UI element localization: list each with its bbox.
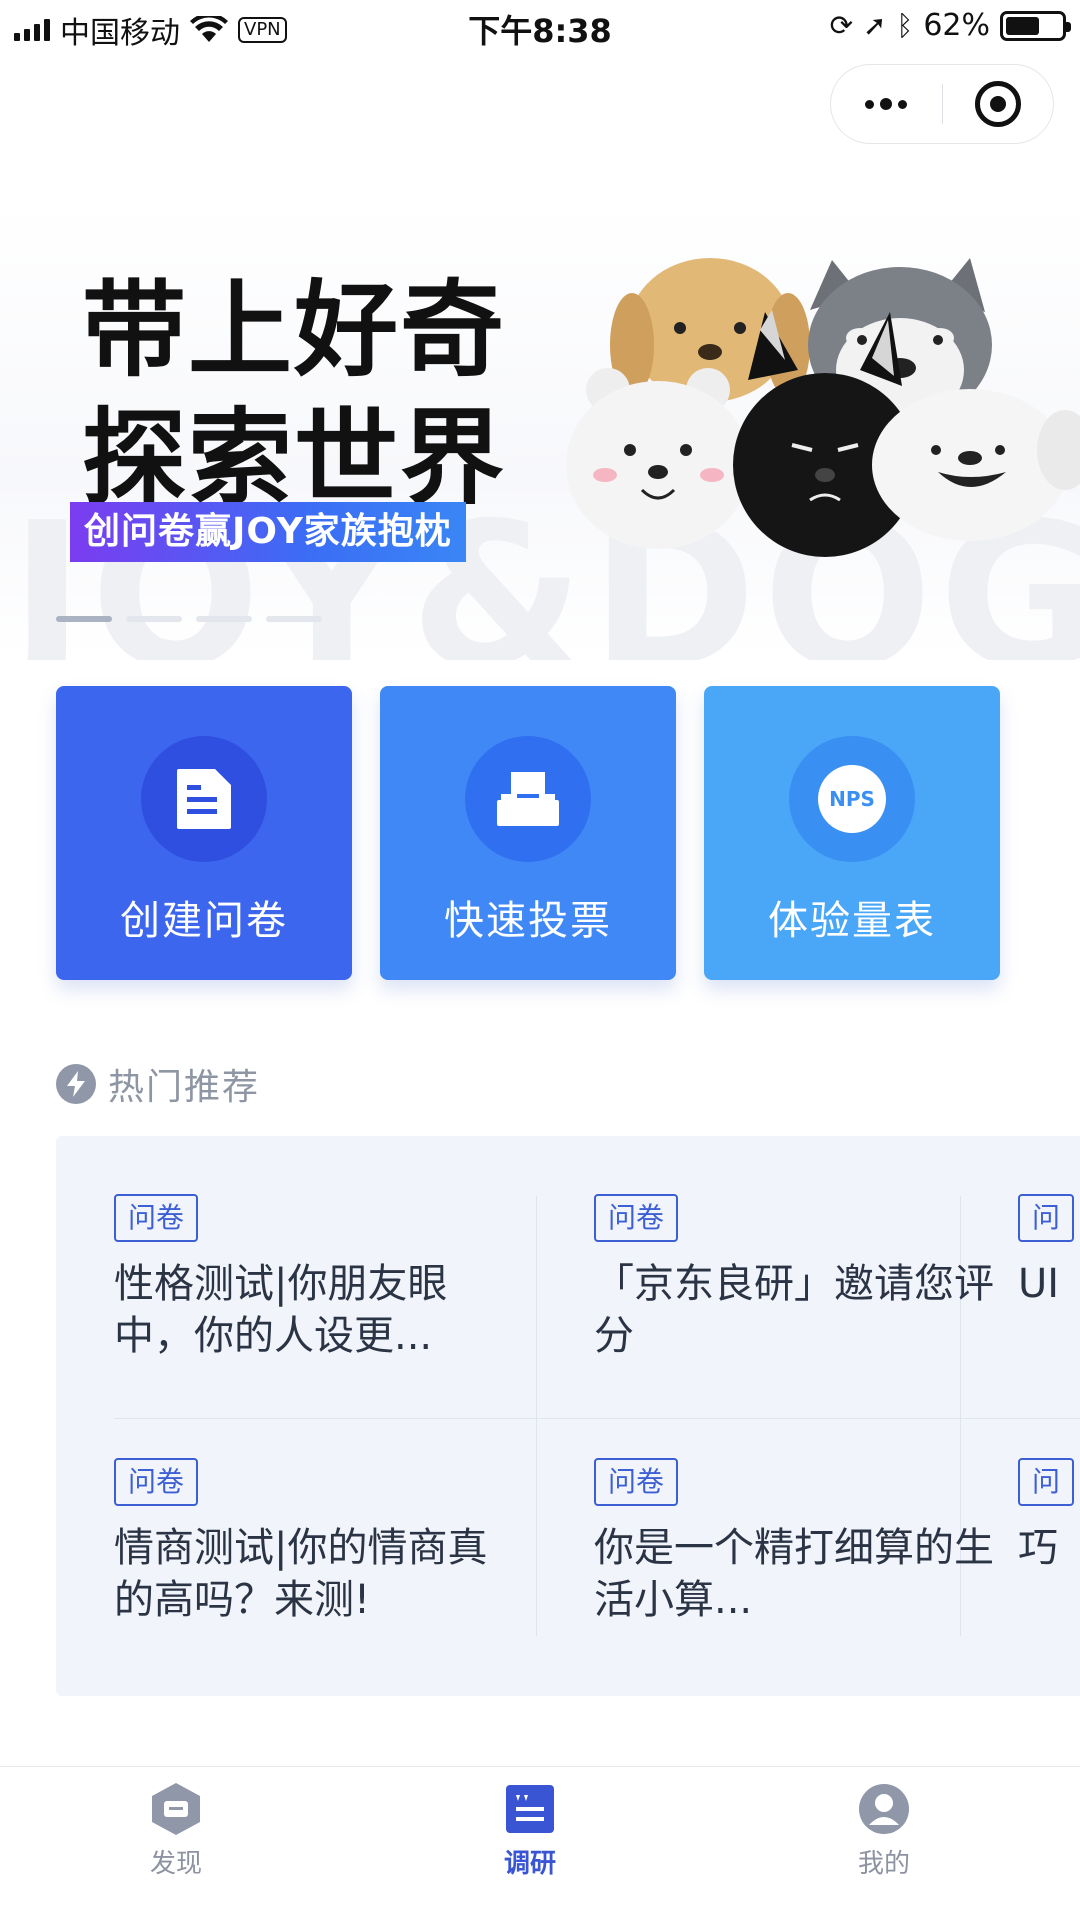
- survey-tag: 问: [1018, 1194, 1075, 1242]
- tool-icon-circle: [465, 736, 591, 862]
- tool-label: 体验量表: [768, 898, 936, 944]
- survey-tag: 问卷: [594, 1194, 679, 1242]
- survey-tag: 问卷: [114, 1194, 199, 1242]
- target-icon: [974, 81, 1021, 127]
- white-dog-pillow: [872, 389, 1080, 541]
- quick-vote-card[interactable]: 快速投票: [380, 686, 676, 980]
- hot-section-title: 热门推荐: [108, 1067, 261, 1108]
- lightning-icon: [56, 1064, 96, 1104]
- survey-tag: 问卷: [114, 1458, 199, 1506]
- location-icon: ➚: [863, 9, 887, 42]
- tool-label: 快速投票: [444, 898, 612, 944]
- hot-section-header: 热门推荐: [56, 1058, 260, 1110]
- hot-item-title: UI: [1018, 1261, 1060, 1307]
- tool-cards: 创建问卷 快速投票 NPS 体验量表: [56, 686, 1000, 980]
- hot-item-title: 巧: [1018, 1525, 1058, 1571]
- tab-survey[interactable]: 调研: [470, 1781, 590, 1880]
- nps-icon: NPS: [818, 765, 886, 833]
- battery-icon: [1000, 10, 1071, 41]
- indicator-dot[interactable]: [56, 616, 112, 622]
- indicator-dot[interactable]: [266, 616, 322, 622]
- hot-item-title: 情商测试|你的情商真的高吗？来测!: [114, 1525, 488, 1623]
- promo-banner[interactable]: JOY&DOG 带上好奇 探索世界 创问卷赢JOY家族抱枕: [0, 200, 1080, 660]
- more-button[interactable]: [831, 65, 942, 143]
- tool-label: 创建问卷: [120, 898, 288, 944]
- hot-item[interactable]: 问卷 情商测试|你的情商真的高吗？来测!: [114, 1458, 514, 1626]
- indicator-dot[interactable]: [126, 616, 182, 622]
- survey-tag: 问: [1018, 1458, 1075, 1506]
- battery-percent: 62%: [923, 8, 990, 43]
- hot-item[interactable]: 问 UI: [1018, 1194, 1078, 1310]
- status-right: ⟳ ➚ ᛒ 62%: [829, 8, 1071, 43]
- banner-title-line1: 带上好奇: [82, 269, 507, 391]
- profile-icon: [859, 1784, 909, 1834]
- pillows-image: [566, 258, 1080, 557]
- survey-tag: 问卷: [594, 1458, 679, 1506]
- document-icon: [177, 769, 231, 829]
- row-divider: [114, 1418, 1080, 1419]
- column-divider: [536, 1196, 537, 1636]
- tab-label: 调研: [503, 1849, 556, 1879]
- bluetooth-icon: ᛒ: [896, 9, 914, 42]
- indicator-dot[interactable]: [196, 616, 252, 622]
- tab-discover[interactable]: 发现: [116, 1781, 236, 1880]
- tab-label: 我的: [857, 1849, 910, 1879]
- hot-item-title: 「京东良研」邀请您评分: [594, 1261, 994, 1359]
- banner-indicator: [56, 616, 322, 622]
- bottom-tab-bar: 发现 调研 我的: [0, 1766, 1080, 1920]
- survey-icon: [506, 1785, 554, 1833]
- miniprogram-capsule: [830, 64, 1054, 144]
- tool-icon-circle: [141, 736, 267, 862]
- hot-item[interactable]: 问卷 「京东良研」邀请您评分: [594, 1194, 994, 1362]
- experience-scale-card[interactable]: NPS 体验量表: [704, 686, 1000, 980]
- create-survey-card[interactable]: 创建问卷: [56, 686, 352, 980]
- tab-label: 发现: [149, 1849, 202, 1879]
- hot-item[interactable]: 问卷 性格测试|你朋友眼中，你的人设更...: [114, 1194, 514, 1362]
- status-bar: 中国移动 VPN 下午8:38 ⟳ ➚ ᛒ 62%: [0, 0, 1080, 56]
- close-miniprogram-button[interactable]: [943, 65, 1054, 143]
- tool-icon-circle: NPS: [789, 736, 915, 862]
- hot-item[interactable]: 问卷 你是一个精打细算的生活小算...: [594, 1458, 994, 1626]
- more-dots-icon: [865, 98, 908, 110]
- discover-icon: [152, 1783, 200, 1835]
- white-bear-pillow: [566, 368, 750, 549]
- hot-item[interactable]: 问 巧: [1018, 1458, 1078, 1574]
- tab-profile[interactable]: 我的: [824, 1781, 944, 1880]
- hot-item-title: 你是一个精打细算的生活小算...: [594, 1525, 994, 1623]
- hot-item-title: 性格测试|你朋友眼中，你的人设更...: [114, 1261, 448, 1359]
- hot-list-panel: 问卷 性格测试|你朋友眼中，你的人设更... 问卷 「京东良研」邀请您评分 问 …: [56, 1136, 1080, 1696]
- ballot-box-icon: [497, 772, 559, 826]
- banner-title: 带上好奇 探索世界: [82, 266, 506, 522]
- banner-promo-tag: 创问卷赢JOY家族抱枕: [70, 502, 466, 562]
- rotation-lock-icon: ⟳: [829, 9, 854, 42]
